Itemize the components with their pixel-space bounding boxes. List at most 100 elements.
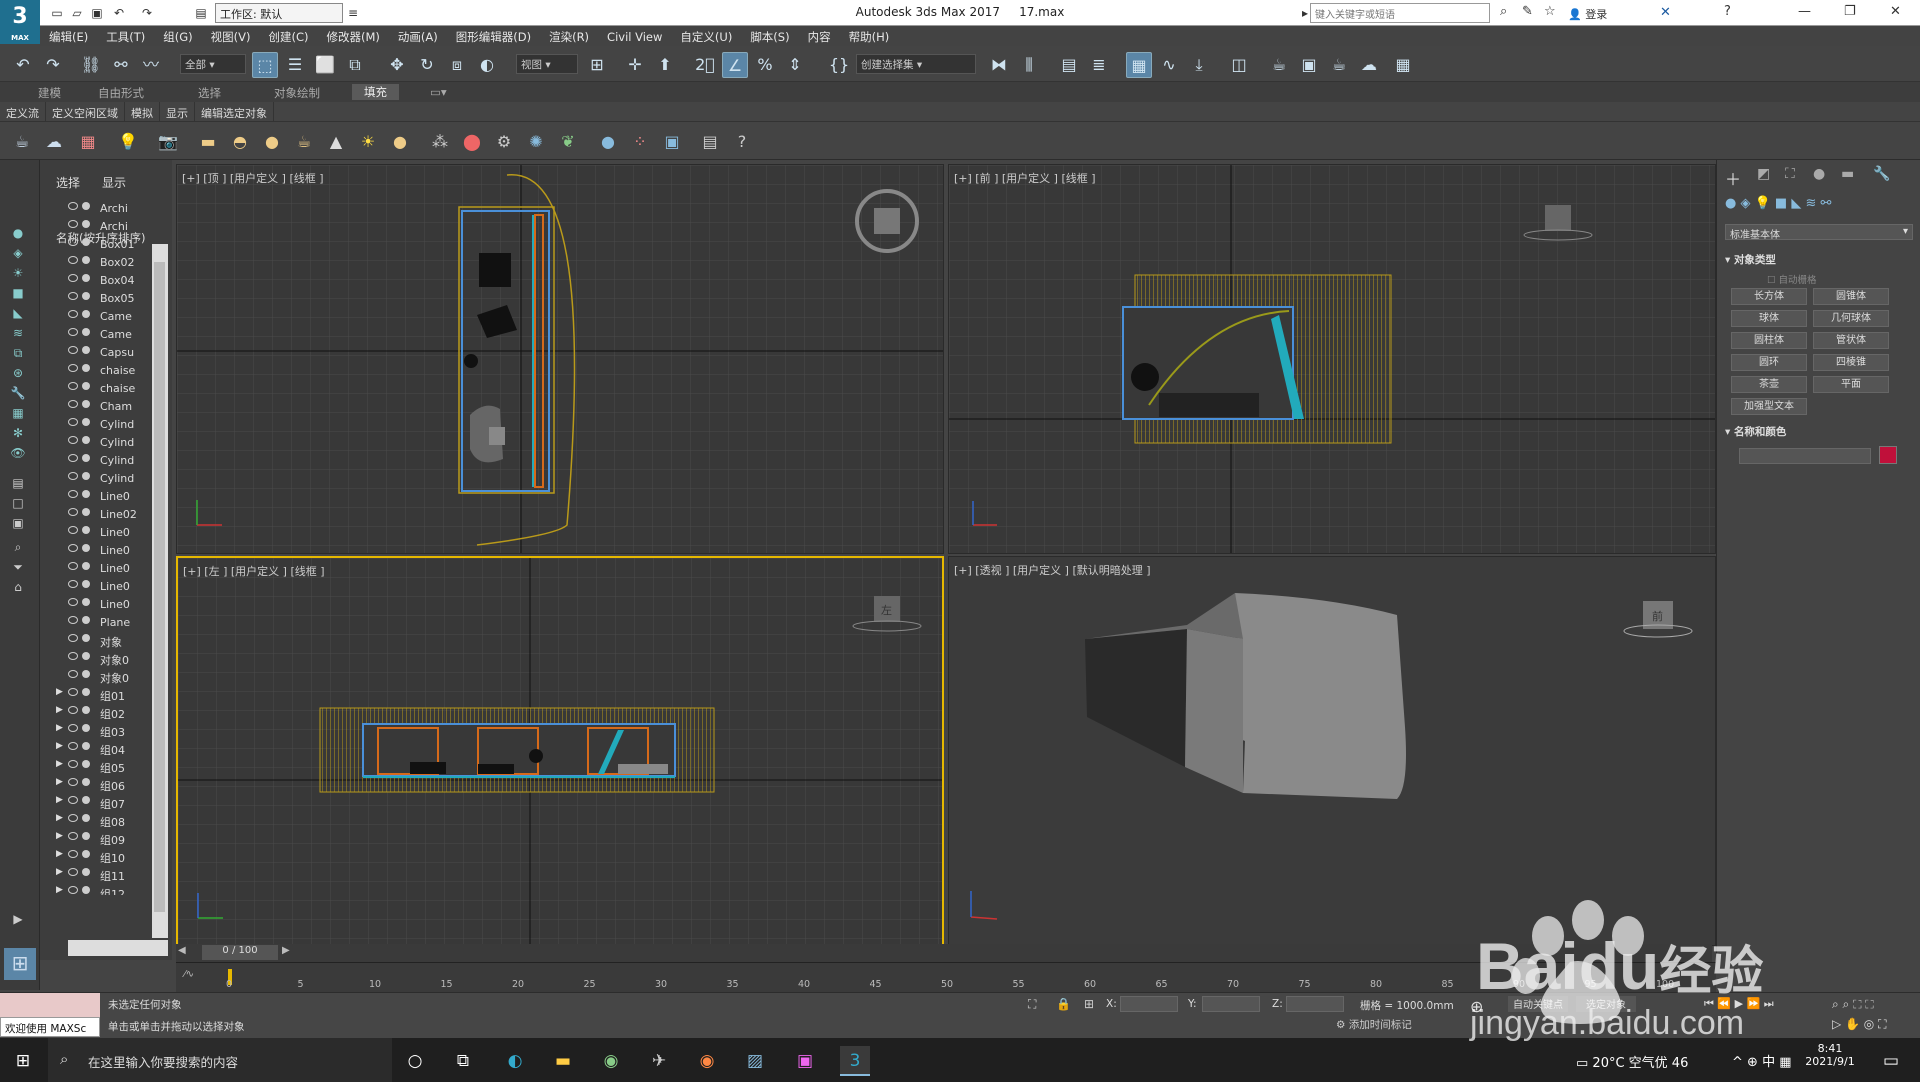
create-button-1[interactable]: 圆锥体: [1813, 288, 1889, 305]
project-icon[interactable]: ▤: [192, 4, 210, 22]
filter-xref-icon[interactable]: ⊛: [8, 366, 28, 382]
render-toggle-icon[interactable]: [82, 526, 90, 534]
menu-item-10[interactable]: 自定义(U): [671, 26, 741, 48]
filter-none-icon[interactable]: □: [8, 496, 28, 512]
list-item[interactable]: Line0: [56, 578, 156, 596]
expand-arrow-icon[interactable]: ▶: [56, 885, 63, 895]
render-setup-icon[interactable]: ☕: [1266, 52, 1292, 78]
sphere-icon[interactable]: ●: [260, 130, 284, 154]
taskbar-search-input[interactable]: ⌕ 在这里输入你要搜索的内容: [48, 1038, 392, 1082]
populate-define-flows[interactable]: 定义流: [0, 102, 46, 124]
align-icon[interactable]: ⫼: [1016, 52, 1042, 78]
list-item[interactable]: Line0: [56, 596, 156, 614]
weather-widget[interactable]: ▭ 20°C 空气优 46: [1576, 1052, 1688, 1071]
eye-icon[interactable]: [68, 652, 78, 660]
list-item[interactable]: Line0: [56, 524, 156, 542]
light-bulb-icon[interactable]: 💡: [116, 130, 140, 154]
track-bar[interactable]: ⁄∿ 0 5 10 15 20 25 30 35 40 45 50 55 60 65 70 75 80 85 90 9…: [176, 962, 1716, 992]
funnel-icon[interactable]: ⏷: [8, 560, 28, 576]
viewport-label-top[interactable]: [+] [顶 ] [用户定义 ] [线框 ]: [182, 170, 324, 186]
calendar-icon[interactable]: ▦: [76, 130, 100, 154]
key-filter-dropdown[interactable]: 选定对象: [1576, 996, 1636, 1012]
list-item[interactable]: Cylind: [56, 470, 156, 488]
populate-edit-selected[interactable]: 编辑选定对象: [195, 102, 274, 124]
open-file-icon[interactable]: ▱: [68, 4, 86, 22]
z-coord-input[interactable]: [1286, 996, 1344, 1012]
tray-icons[interactable]: ^ ⊕ 中 ▦: [1732, 1051, 1792, 1070]
select-manipulate-icon[interactable]: ✛: [622, 52, 648, 78]
biped-icon[interactable]: ⚙: [492, 130, 516, 154]
render-toggle-icon[interactable]: [82, 490, 90, 498]
cortana-icon[interactable]: ○: [400, 1046, 430, 1076]
eye-icon[interactable]: [68, 796, 78, 804]
maxscript-listener[interactable]: [0, 993, 100, 1017]
create-button-10[interactable]: 加强型文本: [1731, 398, 1807, 415]
notification-icon[interactable]: ▭: [1876, 1046, 1906, 1076]
render-toggle-icon[interactable]: [82, 670, 90, 678]
multi-material-icon[interactable]: ⁘: [628, 130, 652, 154]
filter-frozen-icon[interactable]: ✻: [8, 426, 28, 442]
list-item[interactable]: Line0: [56, 560, 156, 578]
app-icon-1[interactable]: ◉: [596, 1046, 626, 1076]
rollout-object-type[interactable]: ▾ 对象类型: [1725, 252, 1776, 267]
list-item[interactable]: Plane: [56, 614, 156, 632]
schematic-view-icon[interactable]: ⤓: [1186, 52, 1212, 78]
object-name-input[interactable]: [1739, 448, 1871, 464]
help-circle-icon[interactable]: ?: [730, 130, 754, 154]
render-toggle-icon[interactable]: [82, 706, 90, 714]
edit-named-sel-icon[interactable]: {}: [826, 52, 852, 78]
render-toggle-icon[interactable]: [82, 634, 90, 642]
binoculars-icon[interactable]: ⌕: [1500, 4, 1507, 19]
list-item[interactable]: 对象: [56, 632, 156, 650]
list-item[interactable]: Box01: [56, 236, 156, 254]
help-icon[interactable]: ?: [1724, 4, 1731, 19]
ribbon-tab-selection[interactable]: 选择: [198, 85, 221, 101]
create-button-7[interactable]: 四棱锥: [1813, 354, 1889, 371]
menu-item-4[interactable]: 创建(C): [259, 26, 317, 48]
camera-icon[interactable]: 📷: [156, 130, 180, 154]
eye-icon[interactable]: [68, 472, 78, 480]
filter-groups-icon[interactable]: ⧉: [8, 346, 28, 362]
filter-cameras-icon[interactable]: ■: [8, 286, 28, 302]
eye-icon[interactable]: [68, 544, 78, 552]
render-toggle-icon[interactable]: [82, 796, 90, 804]
render-toggle-icon[interactable]: [82, 742, 90, 750]
file-explorer-icon[interactable]: ▬: [548, 1046, 578, 1076]
clock[interactable]: 8:41 2021/9/1: [1800, 1042, 1860, 1068]
object-color-swatch[interactable]: [1879, 446, 1897, 464]
filter-geometry-icon[interactable]: ●: [8, 226, 28, 242]
layer-explorer-icon[interactable]: ≣: [1086, 52, 1112, 78]
eye-icon[interactable]: [68, 634, 78, 642]
render-toggle-icon[interactable]: [82, 328, 90, 336]
material-editor-icon[interactable]: ◫: [1226, 52, 1252, 78]
eye-icon[interactable]: [68, 418, 78, 426]
redo-icon[interactable]: ↷: [40, 52, 66, 78]
ribbon-tab-object-paint[interactable]: 对象绘制: [274, 85, 320, 101]
eye-icon[interactable]: [68, 832, 78, 840]
render-toggle-icon[interactable]: [82, 256, 90, 264]
menu-item-11[interactable]: 脚本(S): [741, 26, 798, 48]
placement-icon[interactable]: ◐: [474, 52, 500, 78]
communication-icon[interactable]: ✎: [1522, 4, 1533, 19]
create-button-3[interactable]: 几何球体: [1813, 310, 1889, 327]
eye-icon[interactable]: [68, 364, 78, 372]
render-toggle-icon[interactable]: [82, 760, 90, 768]
eye-icon[interactable]: [68, 328, 78, 336]
eye-icon[interactable]: [68, 310, 78, 318]
undo-icon[interactable]: ↶: [110, 4, 128, 22]
list-item[interactable]: Cylind: [56, 416, 156, 434]
list-item[interactable]: ▶ 组10: [56, 848, 156, 866]
filter-spacewarps-icon[interactable]: ≋: [8, 326, 28, 342]
create-tab-icon[interactable]: ＋: [1725, 166, 1741, 190]
expand-arrow-icon[interactable]: ▶: [56, 813, 63, 823]
list-item[interactable]: Archi: [56, 200, 156, 218]
minimize-icon[interactable]: —: [1798, 4, 1811, 19]
restore-icon[interactable]: ❐: [1844, 4, 1856, 19]
eye-icon[interactable]: [68, 436, 78, 444]
ribbon-tab-modeling[interactable]: 建模: [38, 85, 61, 101]
list-item[interactable]: Archi: [56, 218, 156, 236]
hierarchy-tab-icon[interactable]: ⛶: [1785, 166, 1795, 182]
eye-icon[interactable]: [68, 706, 78, 714]
window-crossing-icon[interactable]: ⧉: [342, 52, 368, 78]
a360-gallery-icon[interactable]: ▦: [1390, 52, 1416, 78]
